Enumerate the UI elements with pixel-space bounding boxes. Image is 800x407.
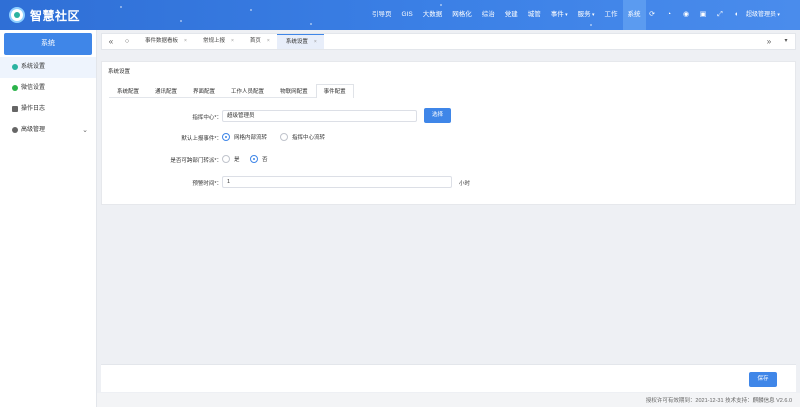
- radio-no[interactable]: 否: [250, 155, 268, 163]
- select-button[interactable]: 选择: [424, 108, 451, 123]
- sidebar-item-label: 微信设置: [21, 85, 46, 91]
- settings-subtabs: 系统配置 通讯配置 界面配置 工作人员配置 物联网配置 事件配置: [109, 84, 354, 98]
- main-nav: 引导页 GIS 大数据 网格化 综治 党建 城管 事件 服务 工作 系统: [367, 0, 646, 30]
- save-button[interactable]: 保存: [749, 372, 777, 387]
- tab-label: 系统设置: [285, 39, 308, 45]
- fullscreen-icon[interactable]: ⤢: [716, 11, 724, 19]
- warning-time-unit: 小时: [459, 181, 471, 187]
- radio-label: 是: [234, 157, 240, 163]
- tab-label: 常规上报: [202, 38, 225, 44]
- user-menu[interactable]: 超级管理员: [746, 0, 780, 30]
- sidebar-item-operation-log[interactable]: 操作日志: [0, 99, 96, 120]
- nav-item-events[interactable]: 事件: [546, 0, 573, 30]
- sidebar-item-label: 系统设置: [21, 64, 46, 70]
- chevron-down-icon: ⌄: [82, 127, 88, 134]
- radio-command-center[interactable]: 指挥中心流转: [280, 133, 325, 141]
- dispatch-center-field[interactable]: 超级管理员: [222, 110, 417, 122]
- close-icon[interactable]: ×: [267, 38, 270, 44]
- tab-event-dashboard[interactable]: 事件数据看板 ×: [136, 34, 194, 49]
- theme-icon[interactable]: ◐: [733, 11, 741, 19]
- log-icon: [12, 106, 18, 112]
- sidebar: 系统 系统设置 微信设置 操作日志 高级管理 ⌄: [0, 30, 97, 407]
- settings-panel: 系统设置 系统配置 通讯配置 界面配置 工作人员配置 物联网配置 事件配置 指挥…: [101, 61, 796, 205]
- refresh-icon[interactable]: ⟳: [648, 11, 656, 19]
- radio-dot: [222, 133, 230, 141]
- toolbar-icons: ⟳ ◔ ◉ ▣ ⤢ ◐: [648, 0, 741, 30]
- sidebar-item-wechat-settings[interactable]: 微信设置: [0, 78, 96, 99]
- tab-label: 首页: [249, 38, 261, 44]
- close-icon[interactable]: ×: [314, 39, 317, 45]
- wechat-icon: [12, 85, 18, 91]
- dept-transfer-label: 是否可跨部门转派*：: [170, 158, 222, 164]
- sidebar-item-label: 操作日志: [21, 106, 46, 112]
- default-report-label: 默认上报事件*：: [181, 136, 222, 142]
- nav-item-guide[interactable]: 引导页: [367, 0, 397, 30]
- sidebar-item-label: 高级管理: [21, 127, 46, 133]
- nav-item-urban[interactable]: 城管: [523, 0, 546, 30]
- notification-icon[interactable]: ◔: [665, 11, 673, 19]
- tab-label: 事件数据看板: [145, 38, 179, 44]
- warning-time-label: 预警时间*：: [192, 181, 222, 187]
- license-info: 授权许可有效期到：2021-12-31 技术支持：麒麟信息 V2.6.0: [645, 398, 792, 404]
- radio-label: 指挥中心流转: [292, 135, 326, 141]
- radio-dot: [250, 155, 258, 163]
- action-bar: 保存: [101, 364, 796, 392]
- tab-home[interactable]: 首页 ×: [241, 34, 277, 49]
- open-tabs: 事件数据看板 × 常规上报 × 首页 × 系统设置 ×: [136, 34, 324, 49]
- nav-item-party[interactable]: 党建: [500, 0, 523, 30]
- nav-item-governance[interactable]: 综治: [477, 0, 500, 30]
- subtab-system-config[interactable]: 系统配置: [109, 84, 147, 98]
- subtab-event-config[interactable]: 事件配置: [315, 84, 354, 98]
- decoration-sparkle: [180, 20, 182, 22]
- app-title: 智慧社区: [30, 9, 81, 23]
- sidebar-item-system-settings[interactable]: 系统设置: [0, 57, 96, 78]
- top-navigation-bar: 智慧社区 引导页 GIS 大数据 网格化 综治 党建 城管 事件 服务 工作 系…: [0, 0, 800, 30]
- subtab-communication-config[interactable]: 通讯配置: [147, 84, 185, 98]
- subtab-interface-config[interactable]: 界面配置: [185, 84, 223, 98]
- nav-item-gis[interactable]: GIS: [397, 0, 418, 30]
- search-icon[interactable]: ○: [120, 34, 134, 49]
- chevron-down-icon[interactable]: ▾: [779, 34, 793, 49]
- page-tab-strip: « ○ 事件数据看板 × 常规上报 × 首页 × 系统设置 × » ▾: [101, 33, 796, 50]
- decoration-sparkle: [120, 6, 122, 8]
- footer: 授权许可有效期到：2021-12-31 技术支持：麒麟信息 V2.6.0: [97, 393, 800, 407]
- radio-yes[interactable]: 是: [222, 155, 240, 163]
- scroll-left-icon[interactable]: «: [104, 34, 118, 49]
- radio-dot: [222, 155, 230, 163]
- radio-label: 否: [262, 157, 268, 163]
- dispatch-center-label: 指挥中心*：: [192, 115, 222, 121]
- scroll-right-icon[interactable]: »: [762, 34, 776, 49]
- nav-item-grid[interactable]: 网格化: [447, 0, 477, 30]
- sidebar-item-advanced-admin[interactable]: 高级管理 ⌄: [0, 120, 96, 141]
- close-icon[interactable]: ×: [231, 38, 234, 44]
- tab-routine-report[interactable]: 常规上报 ×: [194, 34, 241, 49]
- radio-label: 网格内部流转: [234, 135, 268, 141]
- warning-time-field[interactable]: 1: [222, 176, 452, 188]
- admin-icon: [12, 127, 18, 133]
- nav-item-big-data[interactable]: 大数据: [418, 0, 448, 30]
- nav-item-system[interactable]: 系统: [622, 0, 646, 30]
- tab-system-settings[interactable]: 系统设置 ×: [276, 34, 324, 49]
- lock-icon[interactable]: ▣: [699, 11, 707, 19]
- settings-icon: [12, 64, 18, 70]
- radio-grid-internal[interactable]: 网格内部流转: [222, 133, 267, 141]
- radio-dot: [280, 133, 288, 141]
- decoration-sparkle: [250, 9, 252, 11]
- subtab-iot-config[interactable]: 物联网配置: [272, 84, 316, 98]
- panel-title: 系统设置: [108, 69, 131, 75]
- sidebar-header: 系统: [4, 33, 92, 55]
- eye-icon[interactable]: ◉: [682, 11, 690, 19]
- nav-item-services[interactable]: 服务: [573, 0, 600, 30]
- app-logo-icon: [9, 7, 25, 23]
- nav-item-work[interactable]: 工作: [600, 0, 623, 30]
- subtab-staff-config[interactable]: 工作人员配置: [223, 84, 272, 98]
- decoration-sparkle: [310, 23, 312, 25]
- close-icon[interactable]: ×: [184, 38, 187, 44]
